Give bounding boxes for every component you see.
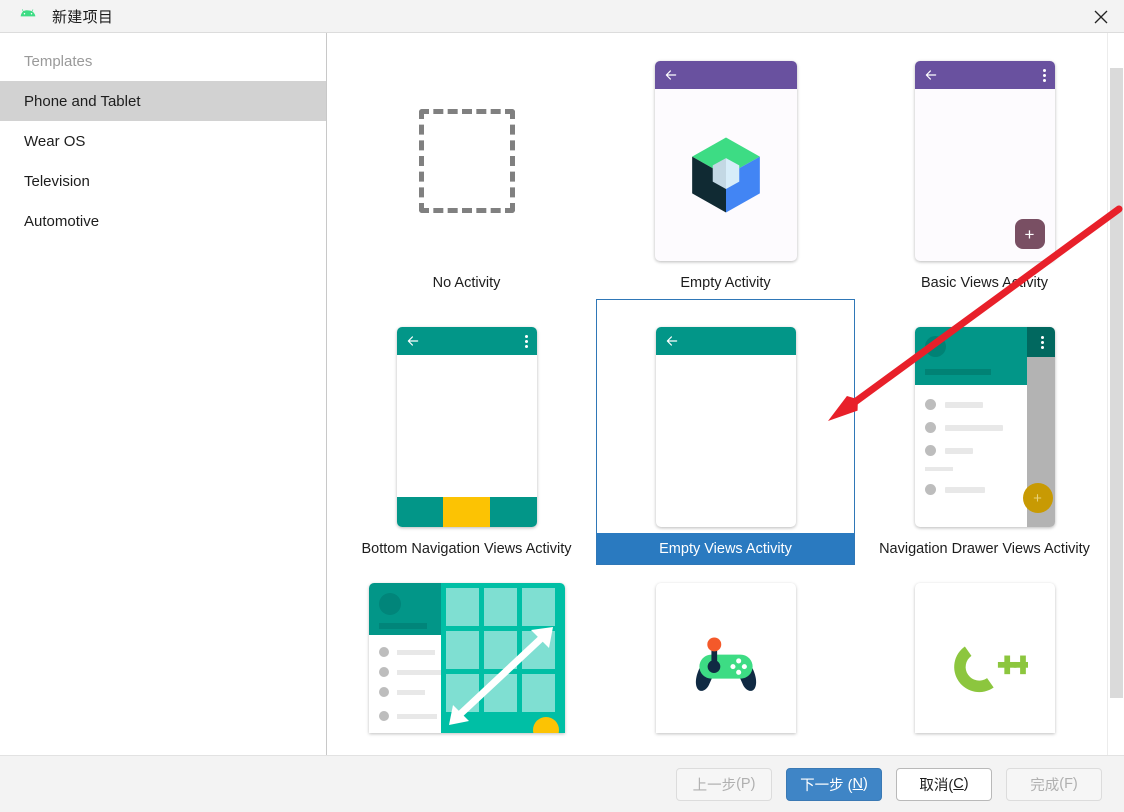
drawer-header-text-placeholder — [925, 369, 991, 375]
cancel-button-label-suffix: ) — [964, 776, 969, 792]
expand-arrow-icon — [369, 583, 565, 733]
template-label: Empty Activity — [596, 267, 855, 299]
scrollbar-thumb[interactable] — [1110, 68, 1123, 698]
previous-button[interactable]: 上一步 (P) — [676, 768, 772, 801]
sidebar-item-label: Wear OS — [24, 133, 85, 150]
template-label-selected: Empty Views Activity — [596, 533, 855, 565]
dialog-footer: 上一步 (P) 下一步 (N) 取消(C) 完成(F) — [0, 755, 1124, 812]
finish-button-label: 完成 — [1030, 774, 1059, 795]
cancel-button-mnemonic: C — [953, 776, 963, 792]
drawer-list-item — [925, 445, 973, 456]
template-thumbnail — [337, 321, 596, 533]
app-bar — [655, 61, 797, 89]
template-label: Bottom Navigation Views Activity — [337, 533, 596, 565]
floating-action-button-icon: + — [1023, 483, 1053, 513]
next-button-label-suffix: ) — [863, 776, 868, 792]
back-arrow-icon — [664, 68, 678, 82]
drawer-list-item — [925, 484, 985, 495]
template-card-empty-views-activity[interactable]: Empty Views Activity — [596, 299, 855, 565]
window-title: 新建项目 — [52, 6, 113, 27]
template-thumbnail — [855, 583, 1114, 735]
template-card-navigation-drawer-views-activity[interactable]: + Navigation Drawer Views Activity — [855, 299, 1114, 565]
sidebar-header: Templates — [0, 41, 326, 81]
drawer-divider — [925, 467, 953, 471]
app-bar — [397, 327, 537, 355]
template-thumbnail: + — [855, 55, 1114, 267]
close-icon[interactable] — [1078, 0, 1124, 33]
sidebar-item-television[interactable]: Television — [0, 161, 326, 201]
cpp-logo-icon — [942, 630, 1028, 704]
bottom-navigation-bar — [397, 497, 537, 527]
phone-mock — [655, 61, 797, 261]
floating-action-button-icon: + — [1015, 219, 1045, 249]
title-bar: 新建项目 — [0, 0, 1124, 33]
template-thumbnail — [337, 583, 596, 735]
template-label: No Activity — [337, 267, 596, 299]
template-card-empty-activity[interactable]: Empty Activity — [596, 33, 855, 299]
avatar — [925, 336, 946, 357]
app-bar — [915, 61, 1055, 89]
template-thumbnail: + — [855, 321, 1114, 533]
drawer-list-item — [925, 399, 983, 410]
overflow-menu-icon — [1043, 69, 1046, 82]
back-arrow-icon — [406, 334, 420, 348]
phone-mock — [915, 583, 1055, 733]
finish-button[interactable]: 完成(F) — [1006, 768, 1102, 801]
phone-mock — [656, 583, 796, 733]
next-button[interactable]: 下一步 (N) — [786, 768, 882, 801]
previous-button-mnemonic: (P) — [736, 776, 755, 792]
dialog-body: Templates Phone and Tablet Wear OS Telev… — [0, 33, 1124, 755]
template-card-bottom-navigation-views-activity[interactable]: Bottom Navigation Views Activity — [337, 299, 596, 565]
template-thumbnail — [596, 321, 855, 533]
new-project-dialog: 新建项目 Templates Phone and Tablet Wear OS … — [0, 0, 1124, 812]
sidebar-item-wear-os[interactable]: Wear OS — [0, 121, 326, 161]
sidebar-item-label: Automotive — [24, 213, 99, 230]
dashed-square-icon — [419, 109, 515, 213]
sidebar-item-phone-and-tablet[interactable]: Phone and Tablet — [0, 81, 326, 121]
back-arrow-icon — [924, 68, 938, 82]
template-card-responsive-views-activity[interactable] — [337, 565, 596, 735]
template-card-basic-views-activity[interactable]: + Basic Views Activity — [855, 33, 1114, 299]
phone-mock — [656, 327, 796, 527]
template-label: Basic Views Activity — [855, 267, 1114, 299]
sidebar-item-label: Television — [24, 173, 90, 190]
drawer-list-item — [925, 422, 1003, 433]
bottom-nav-item-active — [443, 497, 490, 527]
template-card-native-cpp[interactable] — [855, 565, 1114, 735]
phone-mock: + — [915, 327, 1055, 527]
game-controller-icon — [688, 635, 764, 697]
template-grid: No Activity — [327, 33, 1124, 735]
phone-mock — [397, 327, 537, 527]
cancel-button[interactable]: 取消(C) — [896, 768, 992, 801]
template-thumbnail — [337, 55, 596, 267]
template-label: Navigation Drawer Views Activity — [855, 533, 1114, 565]
template-thumbnail — [596, 55, 855, 267]
finish-button-mnemonic: (F) — [1059, 776, 1078, 792]
overflow-menu-icon — [1041, 336, 1044, 349]
template-card-no-activity[interactable]: No Activity — [337, 33, 596, 299]
jetpack-compose-logo-icon — [689, 136, 763, 214]
android-robot-icon — [0, 8, 38, 24]
bottom-nav-item — [397, 497, 444, 527]
template-thumbnail — [596, 583, 855, 735]
bottom-nav-item — [490, 497, 537, 527]
template-card-game-activity[interactable] — [596, 565, 855, 735]
app-bar — [656, 327, 796, 355]
previous-button-label: 上一步 — [693, 774, 737, 795]
sidebar-item-automotive[interactable]: Automotive — [0, 201, 326, 241]
back-arrow-icon — [665, 334, 679, 348]
tablet-mock — [369, 583, 565, 733]
cancel-button-label: 取消( — [919, 774, 953, 795]
next-button-mnemonic: N — [853, 776, 863, 792]
overflow-menu-icon — [525, 335, 528, 348]
templates-sidebar: Templates Phone and Tablet Wear OS Telev… — [0, 33, 327, 755]
gallery-scrollbar[interactable] — [1107, 33, 1124, 755]
template-gallery[interactable]: No Activity — [327, 33, 1124, 755]
next-button-label: 下一步 ( — [800, 774, 852, 795]
phone-mock: + — [915, 61, 1055, 261]
sidebar-item-label: Phone and Tablet — [24, 93, 141, 110]
